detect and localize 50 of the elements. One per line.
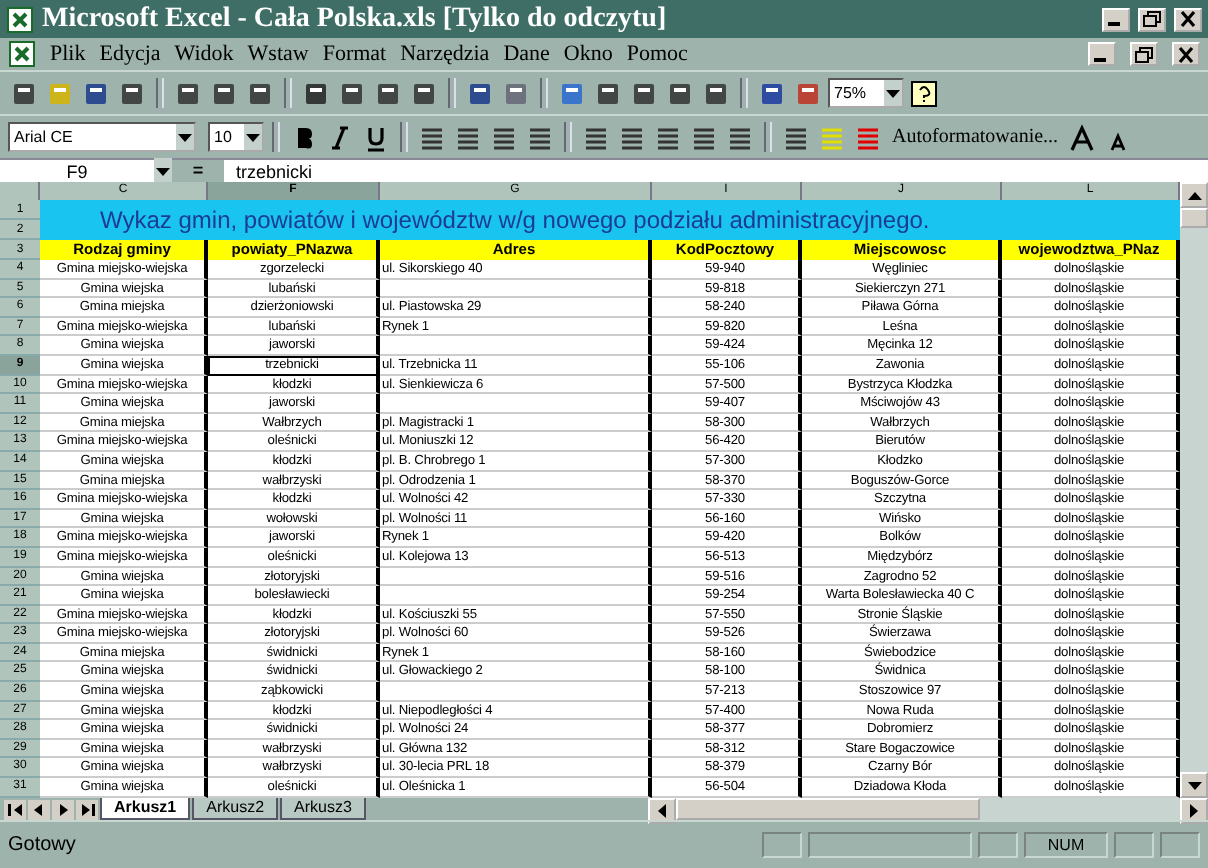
formula-input[interactable]: trzebnicki bbox=[224, 161, 1208, 181]
font-name-dropdown[interactable]: Arial CE bbox=[8, 122, 196, 152]
right-arrow-icon[interactable] bbox=[1190, 804, 1198, 818]
num-lock-indicator: NUM bbox=[1024, 832, 1108, 858]
window-title: Microsoft Excel - Cała Polska.xls [Tylko do odczytu] bbox=[42, 3, 667, 35]
autoformat-button[interactable]: Autoformatowanie... bbox=[888, 126, 1063, 148]
status-text: Gotowy bbox=[8, 834, 76, 856]
menu-item[interactable]: Okno bbox=[563, 42, 613, 66]
help-icon[interactable] bbox=[908, 77, 940, 109]
increase-font-icon[interactable] bbox=[1066, 121, 1099, 153]
formula-equals-sign[interactable]: = bbox=[172, 160, 224, 182]
zoom-dropdown[interactable]: 75% bbox=[828, 78, 904, 108]
down-arrow-icon[interactable] bbox=[1187, 781, 1201, 789]
status-pane bbox=[1160, 832, 1200, 858]
sheet-tab[interactable]: Arkusz3 bbox=[280, 798, 366, 820]
menu-item[interactable]: Format bbox=[322, 42, 387, 66]
font-size-dropdown[interactable]: 10 bbox=[208, 122, 264, 152]
spreadsheet-app-icon bbox=[6, 5, 34, 33]
menu-item[interactable]: Edycja bbox=[99, 42, 161, 66]
scroll-right-button[interactable] bbox=[1180, 798, 1208, 824]
first-sheet-icon[interactable] bbox=[4, 799, 26, 819]
menu-item[interactable]: Widok bbox=[174, 42, 234, 66]
up-arrow-icon[interactable] bbox=[1187, 191, 1201, 199]
status-pane bbox=[762, 832, 802, 858]
scrollbar-thumb[interactable] bbox=[1180, 208, 1208, 228]
status-pane bbox=[1114, 832, 1154, 858]
previous-sheet-icon[interactable] bbox=[28, 799, 50, 819]
menu-item[interactable]: Dane bbox=[503, 42, 550, 66]
caret-icon[interactable] bbox=[246, 133, 260, 141]
menu-item[interactable]: Narzędzia bbox=[400, 42, 490, 66]
scroll-left-button[interactable] bbox=[648, 798, 676, 824]
sheet-title-cell: Wykaz gmin, powiatów i województw w/g nowego podziału administracyjnego. bbox=[40, 200, 1180, 240]
menu-item[interactable]: Plik bbox=[50, 42, 86, 66]
caret-icon[interactable] bbox=[886, 89, 900, 97]
status-pane bbox=[978, 832, 1018, 858]
next-sheet-icon[interactable] bbox=[52, 799, 74, 819]
last-sheet-icon[interactable] bbox=[76, 799, 98, 819]
horizontal-scrollbar[interactable] bbox=[648, 798, 1208, 820]
scrollbar-thumb[interactable] bbox=[676, 798, 980, 820]
vertical-scrollbar[interactable] bbox=[1180, 182, 1208, 798]
scroll-down-button[interactable] bbox=[1180, 772, 1208, 798]
caret-icon[interactable] bbox=[178, 133, 192, 141]
menu-item[interactable]: Wstaw bbox=[247, 42, 309, 66]
menu-item[interactable]: Pomoc bbox=[626, 42, 688, 66]
scroll-up-button[interactable] bbox=[1180, 182, 1208, 208]
sheet-tab[interactable]: Arkusz1 bbox=[100, 798, 191, 820]
caret-icon[interactable] bbox=[156, 167, 170, 175]
left-arrow-icon[interactable] bbox=[658, 804, 666, 818]
sheet-tab[interactable]: Arkusz2 bbox=[192, 798, 279, 820]
workbook-icon[interactable] bbox=[8, 40, 36, 68]
